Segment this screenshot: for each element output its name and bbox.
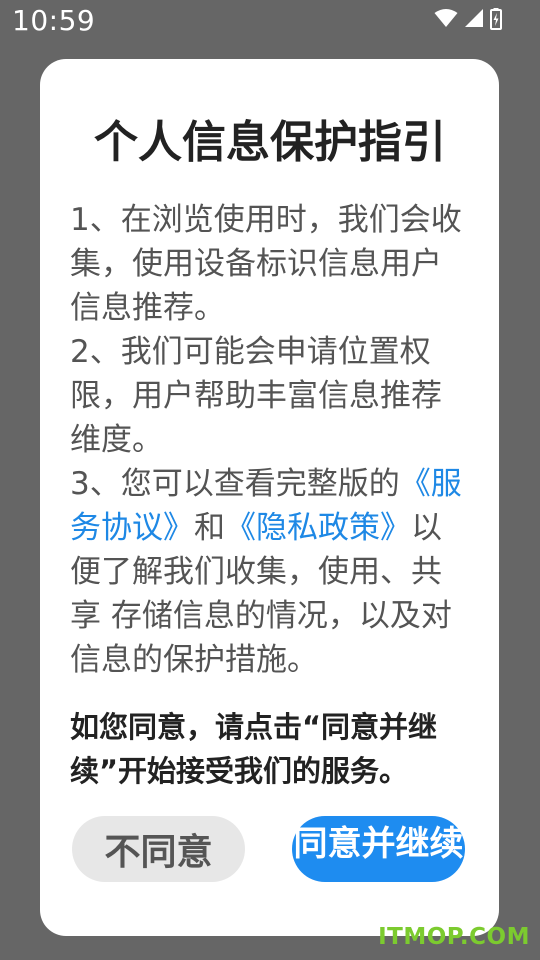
- agree-continue-label: 同意并继续: [293, 824, 464, 864]
- screen: 10:59 个人信息保护指引 1、在浏览使用时，我们会收集，使用设备标识信息用户…: [0, 0, 540, 960]
- site-watermark: ITMOP.COM: [378, 924, 530, 950]
- info-item-3-and: 和: [194, 510, 225, 546]
- dialog-body: 1、在浏览使用时，我们会收集，使用设备标识信息用户信息推荐。 2、我们可能会申请…: [70, 198, 470, 682]
- status-bar: 10:59: [0, 0, 540, 46]
- signal-icon: [464, 8, 484, 28]
- wifi-icon: [434, 8, 458, 28]
- battery-charging-icon: [490, 8, 502, 30]
- privacy-policy-link[interactable]: 《隐私政策》: [225, 510, 411, 546]
- confirm-text: 如您同意，请点击“同意并继续”开始接受我们的服务。: [70, 710, 438, 788]
- status-time: 10:59: [12, 4, 96, 37]
- status-icons: [434, 8, 502, 30]
- info-item-1: 1、在浏览使用时，我们会收集，使用设备标识信息用户信息推荐。: [70, 202, 462, 326]
- decline-button[interactable]: 不同意: [72, 816, 245, 882]
- agree-continue-button[interactable]: 同意并继续: [292, 816, 465, 882]
- dialog-title: 个人信息保护指引: [94, 117, 446, 168]
- info-item-2: 2、我们可能会申请位置权限，用户帮助丰富信息推荐维度。: [70, 334, 442, 458]
- info-item-3: 3、您可以查看完整版的《服务协议》和《隐私政策》以便了解我们收集，使用、共享 存…: [70, 462, 470, 682]
- info-item-3-prefix: 3、您可以查看完整版的: [70, 466, 400, 502]
